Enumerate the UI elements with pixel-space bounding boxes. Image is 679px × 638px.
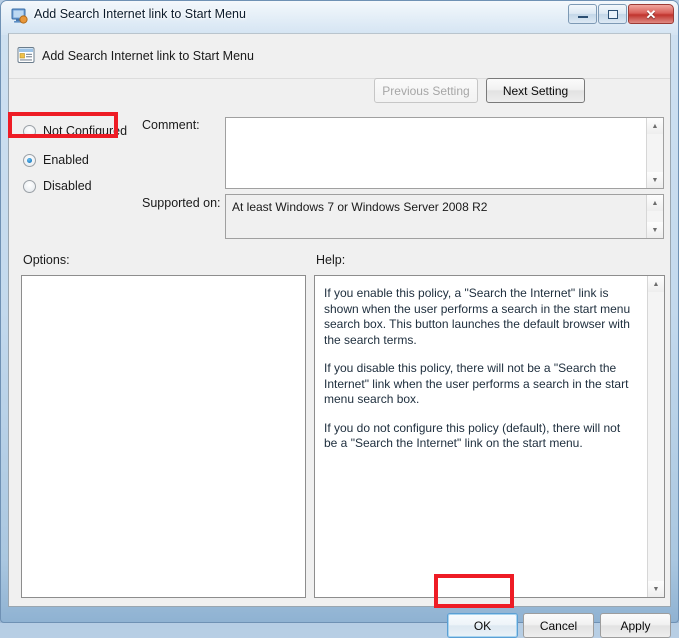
dialog-header: Add Search Internet link to Start Menu <box>9 34 670 79</box>
options-label: Options: <box>23 253 70 267</box>
dialog-client-area: Add Search Internet link to Start Menu P… <box>8 33 671 638</box>
close-button[interactable]: ✕ <box>628 4 674 24</box>
minimize-button[interactable] <box>568 4 597 24</box>
supported-on-value: At least Windows 7 or Windows Server 200… <box>232 200 488 214</box>
help-text: If you enable this policy, a "Search the… <box>324 286 634 465</box>
help-paragraph-1: If you enable this policy, a "Search the… <box>324 286 631 347</box>
scroll-down-icon[interactable]: ▼ <box>648 581 664 597</box>
monitor-policy-icon <box>11 8 28 24</box>
help-scrollbar[interactable]: ▲ ▼ <box>647 276 664 597</box>
policy-setting-icon <box>17 46 35 64</box>
scroll-up-icon[interactable]: ▲ <box>648 276 664 292</box>
options-panel[interactable] <box>21 275 306 598</box>
scroll-up-icon[interactable]: ▲ <box>647 118 663 134</box>
comment-scrollbar[interactable]: ▲ ▼ <box>646 118 663 188</box>
window-title: Add Search Internet link to Start Menu <box>34 7 246 21</box>
radio-icon <box>23 124 36 138</box>
comment-label: Comment: <box>142 118 200 132</box>
policy-setting-dialog: Add Search Internet link to Start Menu ✕ <box>0 0 679 638</box>
ok-button[interactable]: OK <box>447 613 518 638</box>
help-paragraph-2: If you disable this policy, there will n… <box>324 361 629 406</box>
radio-not-configured[interactable]: Not Configured <box>23 121 135 141</box>
help-paragraph-3: If you do not configure this policy (def… <box>324 420 621 451</box>
apply-button[interactable]: Apply <box>600 613 671 638</box>
radio-label: Enabled <box>43 153 89 167</box>
cancel-button[interactable]: Cancel <box>523 613 594 638</box>
previous-setting-button[interactable]: Previous Setting <box>374 78 478 103</box>
supported-on-field: At least Windows 7 or Windows Server 200… <box>225 194 664 239</box>
help-panel[interactable]: If you enable this policy, a "Search the… <box>314 275 665 598</box>
next-setting-button[interactable]: Next Setting <box>486 78 585 103</box>
comment-input[interactable]: ▲ ▼ <box>225 117 664 189</box>
radio-icon-selected <box>23 153 36 167</box>
radio-label: Disabled <box>43 179 92 193</box>
help-label: Help: <box>316 253 346 267</box>
radio-icon <box>23 179 36 193</box>
radio-label: Not Configured <box>43 124 128 138</box>
maximize-button[interactable] <box>598 4 627 24</box>
scroll-up-icon[interactable]: ▲ <box>647 195 663 211</box>
radio-disabled[interactable]: Disabled <box>23 176 135 196</box>
supported-on-scrollbar[interactable]: ▲ ▼ <box>646 195 663 238</box>
window-controls: ✕ <box>567 4 674 24</box>
supported-on-label: Supported on: <box>142 196 221 210</box>
radio-enabled[interactable]: Enabled <box>23 150 135 170</box>
close-icon: ✕ <box>645 6 657 22</box>
scroll-down-icon[interactable]: ▼ <box>647 172 663 188</box>
policy-title: Add Search Internet link to Start Menu <box>42 49 254 63</box>
scroll-down-icon[interactable]: ▼ <box>647 222 663 238</box>
title-bar[interactable]: Add Search Internet link to Start Menu ✕ <box>1 1 678 31</box>
